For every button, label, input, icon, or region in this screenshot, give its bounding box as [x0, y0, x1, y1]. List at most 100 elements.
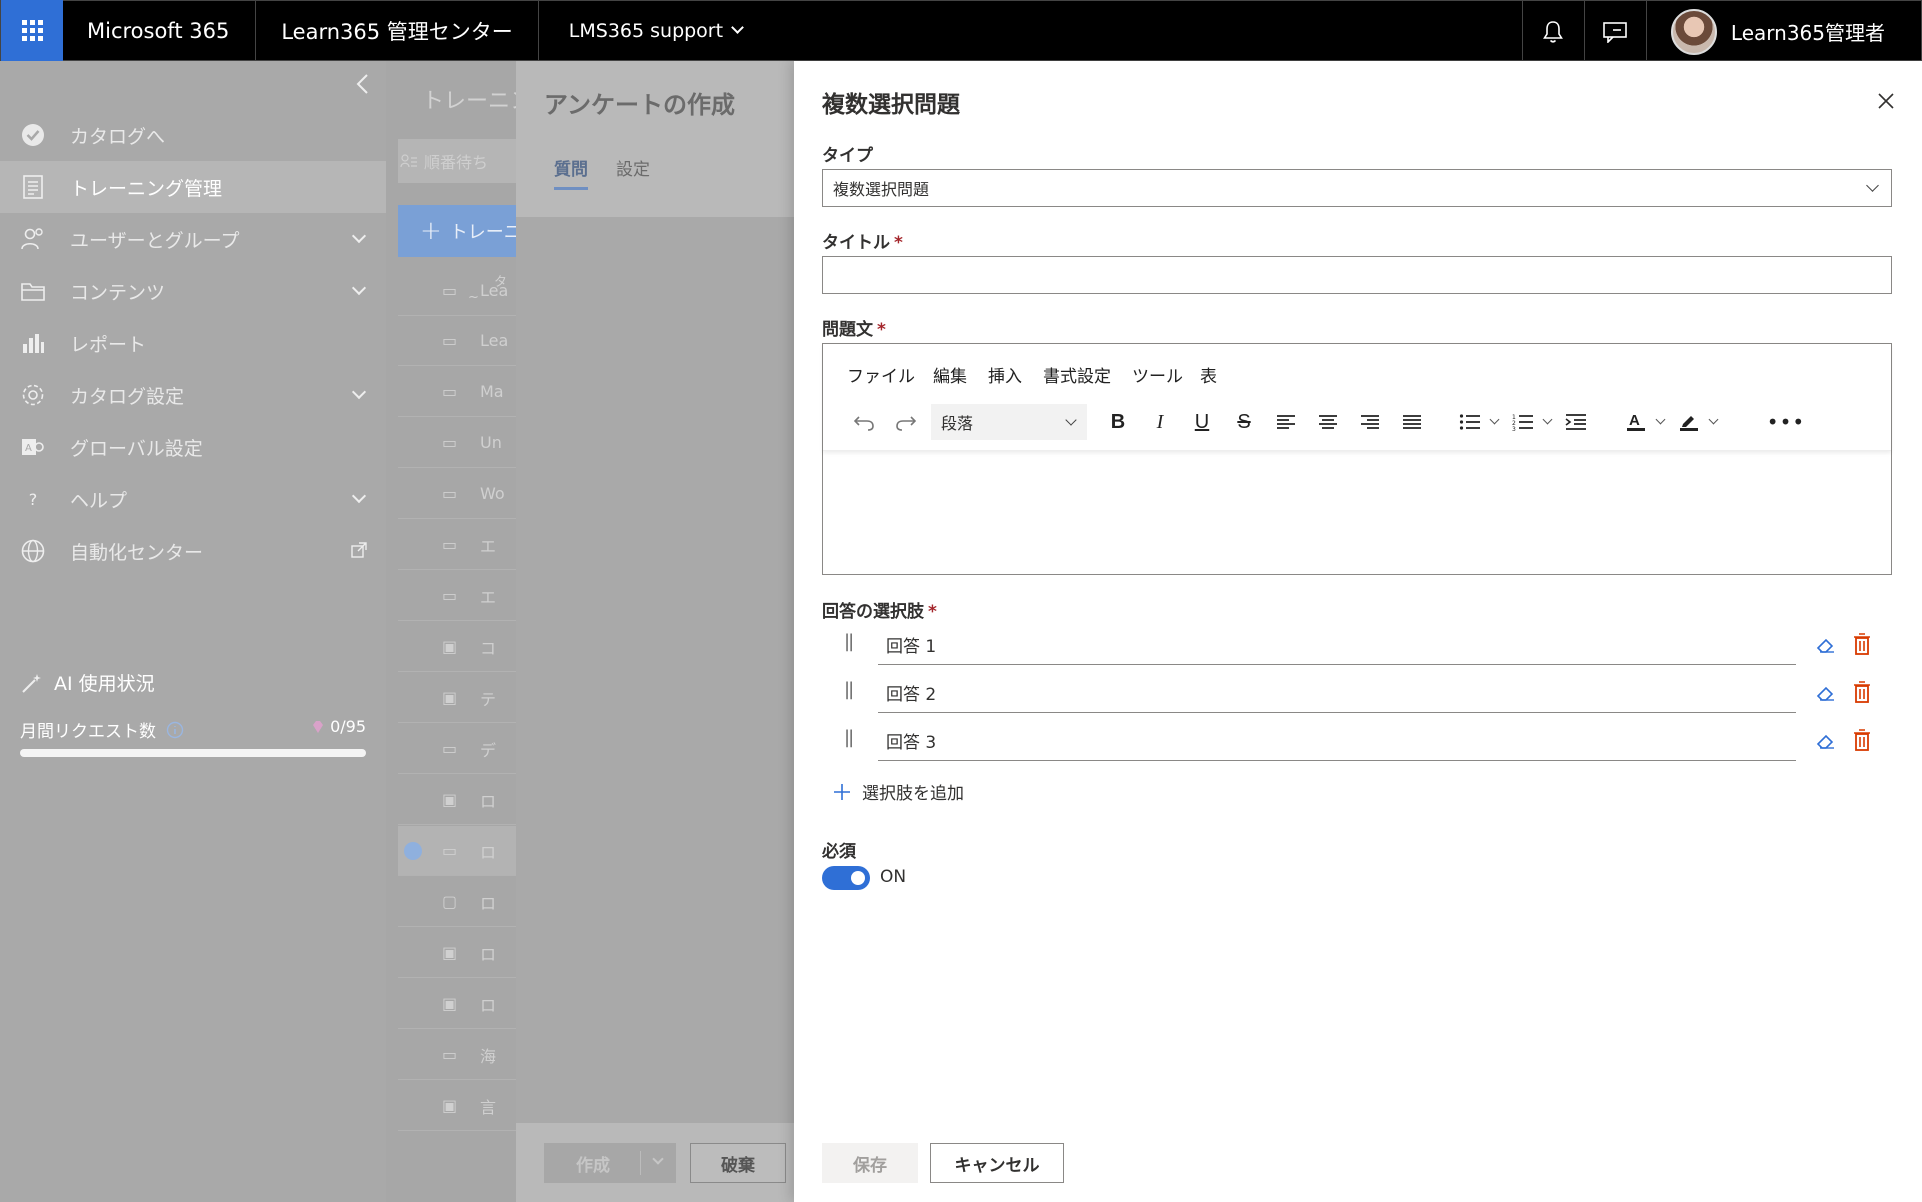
discard-button[interactable]: 破棄	[690, 1143, 786, 1183]
numbered-list-icon[interactable]: 123	[1506, 404, 1540, 440]
list-item[interactable]: ▭ Lea	[398, 266, 516, 316]
nav-label: トレーニング管理	[70, 177, 223, 200]
collapse-nav-icon[interactable]	[352, 73, 374, 95]
add-choice-button[interactable]: 選択肢を追加	[832, 779, 964, 804]
list-item[interactable]: ▣ コ	[398, 622, 516, 672]
list-item[interactable]: ▭ Ma	[398, 367, 516, 417]
list-item-selected[interactable]: ▭ ロ	[398, 826, 516, 876]
underline-icon[interactable]: U	[1181, 404, 1223, 440]
classroom-icon: ▣	[442, 994, 458, 1013]
list-item[interactable]: ▣ ロ	[398, 979, 516, 1029]
undo-icon[interactable]	[843, 404, 885, 440]
drag-handle-icon[interactable]: ||	[844, 679, 854, 700]
list-item[interactable]: ▭ Un	[398, 418, 516, 468]
title-input[interactable]	[822, 256, 1892, 294]
delete-icon[interactable]	[1854, 729, 1870, 751]
bold-icon[interactable]: B	[1097, 404, 1139, 440]
menu-edit[interactable]: 編集	[933, 362, 967, 387]
save-button[interactable]: 保存	[822, 1143, 918, 1183]
new-training-button[interactable]: + トレーニング	[398, 205, 516, 257]
nav-item-global-settings[interactable]: A グローバル設定	[0, 421, 386, 473]
indent-icon[interactable]	[1559, 404, 1593, 440]
delete-icon[interactable]	[1854, 633, 1870, 655]
panel-title: 複数選択問題	[822, 92, 960, 118]
list-item[interactable]: ▣ テ	[398, 673, 516, 723]
selected-check-icon[interactable]	[404, 841, 422, 860]
eraser-icon[interactable]	[1816, 731, 1836, 751]
nav-label: レポート	[70, 333, 147, 356]
nav-item-reports[interactable]: レポート	[0, 317, 386, 369]
choice-input[interactable]: 回答 2	[878, 673, 1796, 713]
nav-item-catalog[interactable]: カタログへ	[0, 109, 386, 161]
list-item[interactable]: ▣ ロ	[398, 775, 516, 825]
bullet-list-icon[interactable]	[1453, 404, 1487, 440]
list-item[interactable]: ▭ デ	[398, 724, 516, 774]
notifications-button[interactable]	[1521, 1, 1584, 62]
highlight-color-icon[interactable]	[1672, 404, 1706, 440]
menu-insert[interactable]: 挿入	[988, 362, 1022, 387]
choice-input[interactable]: 回答 3	[878, 721, 1796, 761]
list-item[interactable]: ▭ 海	[398, 1030, 516, 1080]
align-left-icon[interactable]	[1265, 404, 1307, 440]
strikethrough-icon[interactable]: S	[1223, 404, 1265, 440]
plus-icon	[834, 783, 850, 800]
nav-item-content[interactable]: コンテンツ	[0, 265, 386, 317]
chevron-down-icon[interactable]	[1489, 414, 1500, 424]
italic-icon[interactable]: I	[1139, 404, 1181, 440]
admin-center-label[interactable]: Learn365 管理センター	[256, 0, 539, 61]
chevron-down-icon[interactable]	[1708, 414, 1719, 424]
drag-handle-icon[interactable]: ||	[844, 727, 854, 748]
question-editor-panel: 複数選択問題 タイプ 複数選択問題 タイトル * 問題文 * ファイル 編集 挿入 …	[794, 61, 1922, 1202]
tab-questions[interactable]: 質問	[554, 155, 588, 180]
eraser-icon[interactable]	[1816, 635, 1836, 655]
tab-settings[interactable]: 設定	[616, 155, 650, 180]
nav-item-automation-center[interactable]: 自動化センター	[0, 525, 386, 577]
brand-label[interactable]: Microsoft 365	[63, 0, 257, 61]
eraser-icon[interactable]	[1816, 683, 1836, 703]
text-color-icon[interactable]: A	[1619, 404, 1653, 440]
redo-icon[interactable]	[885, 404, 927, 440]
nav-item-catalog-settings[interactable]: カタログ設定	[0, 369, 386, 421]
create-button[interactable]: 作成	[544, 1143, 676, 1183]
close-icon[interactable]	[1876, 91, 1896, 111]
app-launcher-button[interactable]	[1, 0, 63, 61]
svg-text:A: A	[25, 443, 32, 454]
delete-icon[interactable]	[1854, 681, 1870, 703]
choice-input[interactable]: 回答 1	[878, 625, 1796, 665]
list-item[interactable]: ▭ Wo	[398, 469, 516, 519]
editor-toolbar: ファイル 編集 挿入 書式設定 ツール 表 段落 B I U S 1 2 3 A…	[823, 344, 1891, 451]
org-name: LMS365 support	[568, 19, 724, 42]
menu-format[interactable]: 書式設定	[1043, 362, 1111, 387]
paragraph-style-select[interactable]: 段落	[931, 404, 1087, 440]
list-item[interactable]: ▭ Lea	[398, 316, 516, 366]
list-item[interactable]: ▭ エ	[398, 520, 516, 570]
list-item[interactable]: ▭ エ	[398, 571, 516, 621]
chevron-down-icon[interactable]	[652, 1153, 664, 1165]
menu-table[interactable]: 表	[1200, 362, 1217, 387]
align-center-icon[interactable]	[1307, 404, 1349, 440]
required-toggle[interactable]	[822, 866, 870, 890]
org-selector[interactable]: LMS365 support	[539, 0, 767, 61]
list-item[interactable]: ▣ ロ	[398, 928, 516, 978]
list-item[interactable]: ▢ ロ	[398, 877, 516, 927]
chevron-down-icon[interactable]	[1655, 414, 1666, 424]
more-options-icon[interactable]: •••	[1765, 404, 1807, 440]
nav-item-training[interactable]: トレーニング管理	[0, 161, 386, 213]
chevron-down-icon[interactable]	[1542, 414, 1553, 424]
menu-file[interactable]: ファイル	[847, 362, 915, 387]
formatting-tools: 段落 B I U S 1 2 3 A •••	[843, 404, 1807, 440]
type-dropdown[interactable]: 複数選択問題	[822, 169, 1892, 207]
feedback-button[interactable]	[1583, 1, 1646, 62]
list-item[interactable]: ▣ 言	[398, 1081, 516, 1131]
info-icon[interactable]	[166, 721, 184, 739]
nav-item-help[interactable]: ? ヘルプ	[0, 473, 386, 525]
editor-body[interactable]	[823, 452, 1891, 574]
user-menu[interactable]: Learn365管理者	[1645, 1, 1921, 62]
nav-item-users-groups[interactable]: ユーザーとグループ	[0, 213, 386, 265]
align-right-icon[interactable]	[1349, 404, 1391, 440]
cancel-button[interactable]: キャンセル	[930, 1143, 1064, 1183]
justify-icon[interactable]	[1391, 404, 1433, 440]
drag-handle-icon[interactable]: ||	[844, 631, 854, 652]
queue-filter[interactable]: 順番待ち	[398, 139, 516, 183]
menu-tools[interactable]: ツール	[1132, 362, 1183, 387]
